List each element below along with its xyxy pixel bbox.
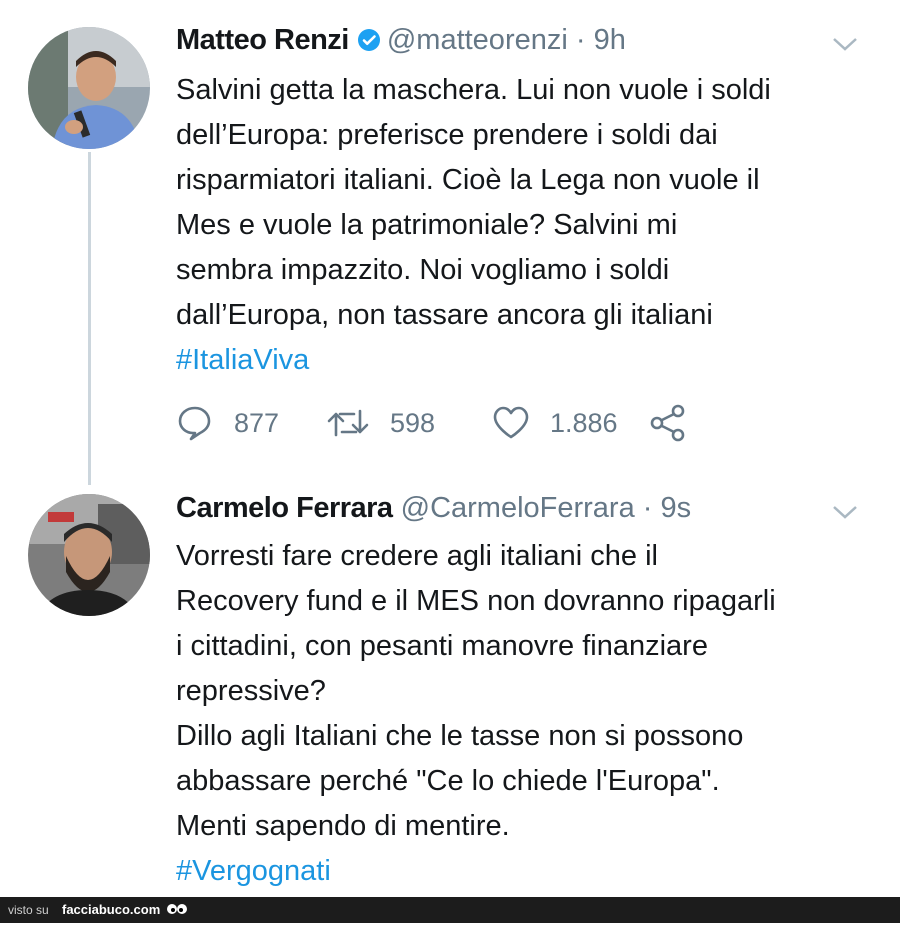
thread-connector-line [88,152,91,485]
reply-icon [178,406,211,441]
author-name[interactable]: Matteo Renzi [176,24,349,56]
verified-badge-icon [357,23,381,63]
heart-icon [493,406,529,439]
retweet-icon [327,409,369,437]
hashtag-link[interactable]: #Vergognati [176,849,860,894]
tweet-body: Salvini getta la maschera. Lui non vuole… [176,74,771,331]
share-button[interactable] [648,398,708,448]
reply-button[interactable]: 877 [176,398,279,448]
watermark-brand: facciabuco.com [62,902,161,917]
retweet-button[interactable]: 598 [326,398,435,448]
chevron-down-icon[interactable] [830,494,860,534]
author-handle[interactable]: @CarmeloFerrara [401,492,635,524]
chevron-down-icon[interactable] [830,26,860,66]
tweet-text: Vorresti fare credere agli italiani che … [176,534,860,894]
tweet-timestamp[interactable]: · 9s [643,492,691,524]
reply-count: 877 [234,407,280,438]
tweet-text: Salvini getta la maschera. Lui non vuole… [176,68,860,383]
avatar-photo-icon [28,494,150,616]
hashtag-link[interactable]: #ItaliaViva [176,338,860,383]
like-button[interactable]: 1.886 [492,398,618,448]
watermark-prefix: visto su [8,903,49,917]
tweet-header: Carmelo Ferrara @CarmeloFerrara · 9s [176,488,860,528]
share-icon [650,404,685,442]
author-name[interactable]: Carmelo Ferrara [176,492,393,524]
watermark-bar: visto su facciabuco.com [0,897,900,923]
tweet-timestamp[interactable]: · 9h [576,24,626,56]
avatar[interactable] [28,27,150,149]
retweet-count: 598 [390,407,436,438]
eyes-logo-icon [166,900,188,929]
tweet-body: Vorresti fare credere agli italiani che … [176,540,776,842]
tweet-header: Matteo Renzi @matteorenzi · 9h [176,20,860,60]
like-count: 1.886 [550,407,618,438]
author-handle[interactable]: @matteorenzi [387,24,568,56]
avatar-photo-icon [28,27,150,149]
avatar[interactable] [28,494,150,616]
